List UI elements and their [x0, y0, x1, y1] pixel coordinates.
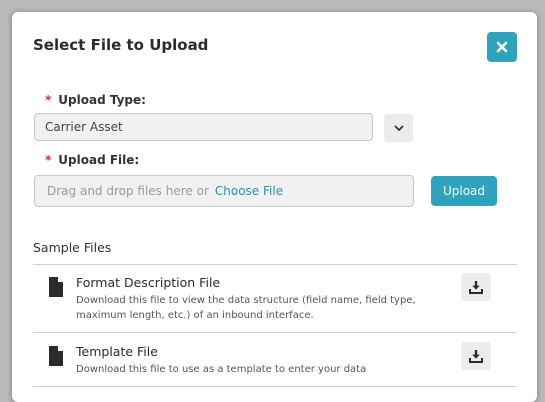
file-name: Template File: [76, 344, 158, 359]
upload-button[interactable]: Upload: [431, 176, 497, 206]
file-description: Download this file to view the data stru…: [76, 295, 416, 321]
sample-file-row-format: Format Description File Download this fi…: [33, 265, 517, 331]
document-icon: [49, 277, 63, 297]
upload-type-label-text: Upload Type:: [58, 93, 146, 107]
upload-type-value: Carrier Asset: [45, 120, 123, 134]
divider: [33, 332, 517, 333]
close-icon: [496, 41, 508, 53]
required-mark: *: [45, 153, 52, 167]
download-icon: [469, 281, 483, 294]
file-description: Download this file to use as a template …: [76, 364, 367, 375]
upload-file-label-text: Upload File:: [58, 153, 140, 167]
sample-files-heading: Sample Files: [33, 240, 112, 255]
upload-type-dropdown-button[interactable]: [384, 114, 413, 142]
upload-dialog: Select File to Upload * Upload Type: Carr…: [12, 12, 537, 402]
file-name: Format Description File: [76, 275, 221, 290]
required-mark: *: [45, 93, 52, 107]
file-drop-zone[interactable]: Drag and drop files here or Choose File: [34, 175, 414, 207]
sample-file-row-template: Template File Download this file to use …: [33, 334, 517, 400]
dialog-title: Select File to Upload: [33, 36, 209, 54]
upload-type-select[interactable]: Carrier Asset: [34, 113, 373, 141]
choose-file-link[interactable]: Choose File: [215, 184, 283, 198]
document-icon: [49, 346, 63, 366]
divider: [33, 386, 517, 387]
download-format-description-button[interactable]: [461, 273, 491, 301]
drop-zone-placeholder: Drag and drop files here or: [47, 184, 209, 198]
download-icon: [469, 350, 483, 363]
upload-file-label: * Upload File:: [45, 153, 139, 167]
chevron-down-icon: [394, 125, 403, 131]
download-template-button[interactable]: [461, 342, 491, 370]
upload-type-label: * Upload Type:: [45, 93, 146, 107]
close-button[interactable]: [487, 32, 517, 62]
